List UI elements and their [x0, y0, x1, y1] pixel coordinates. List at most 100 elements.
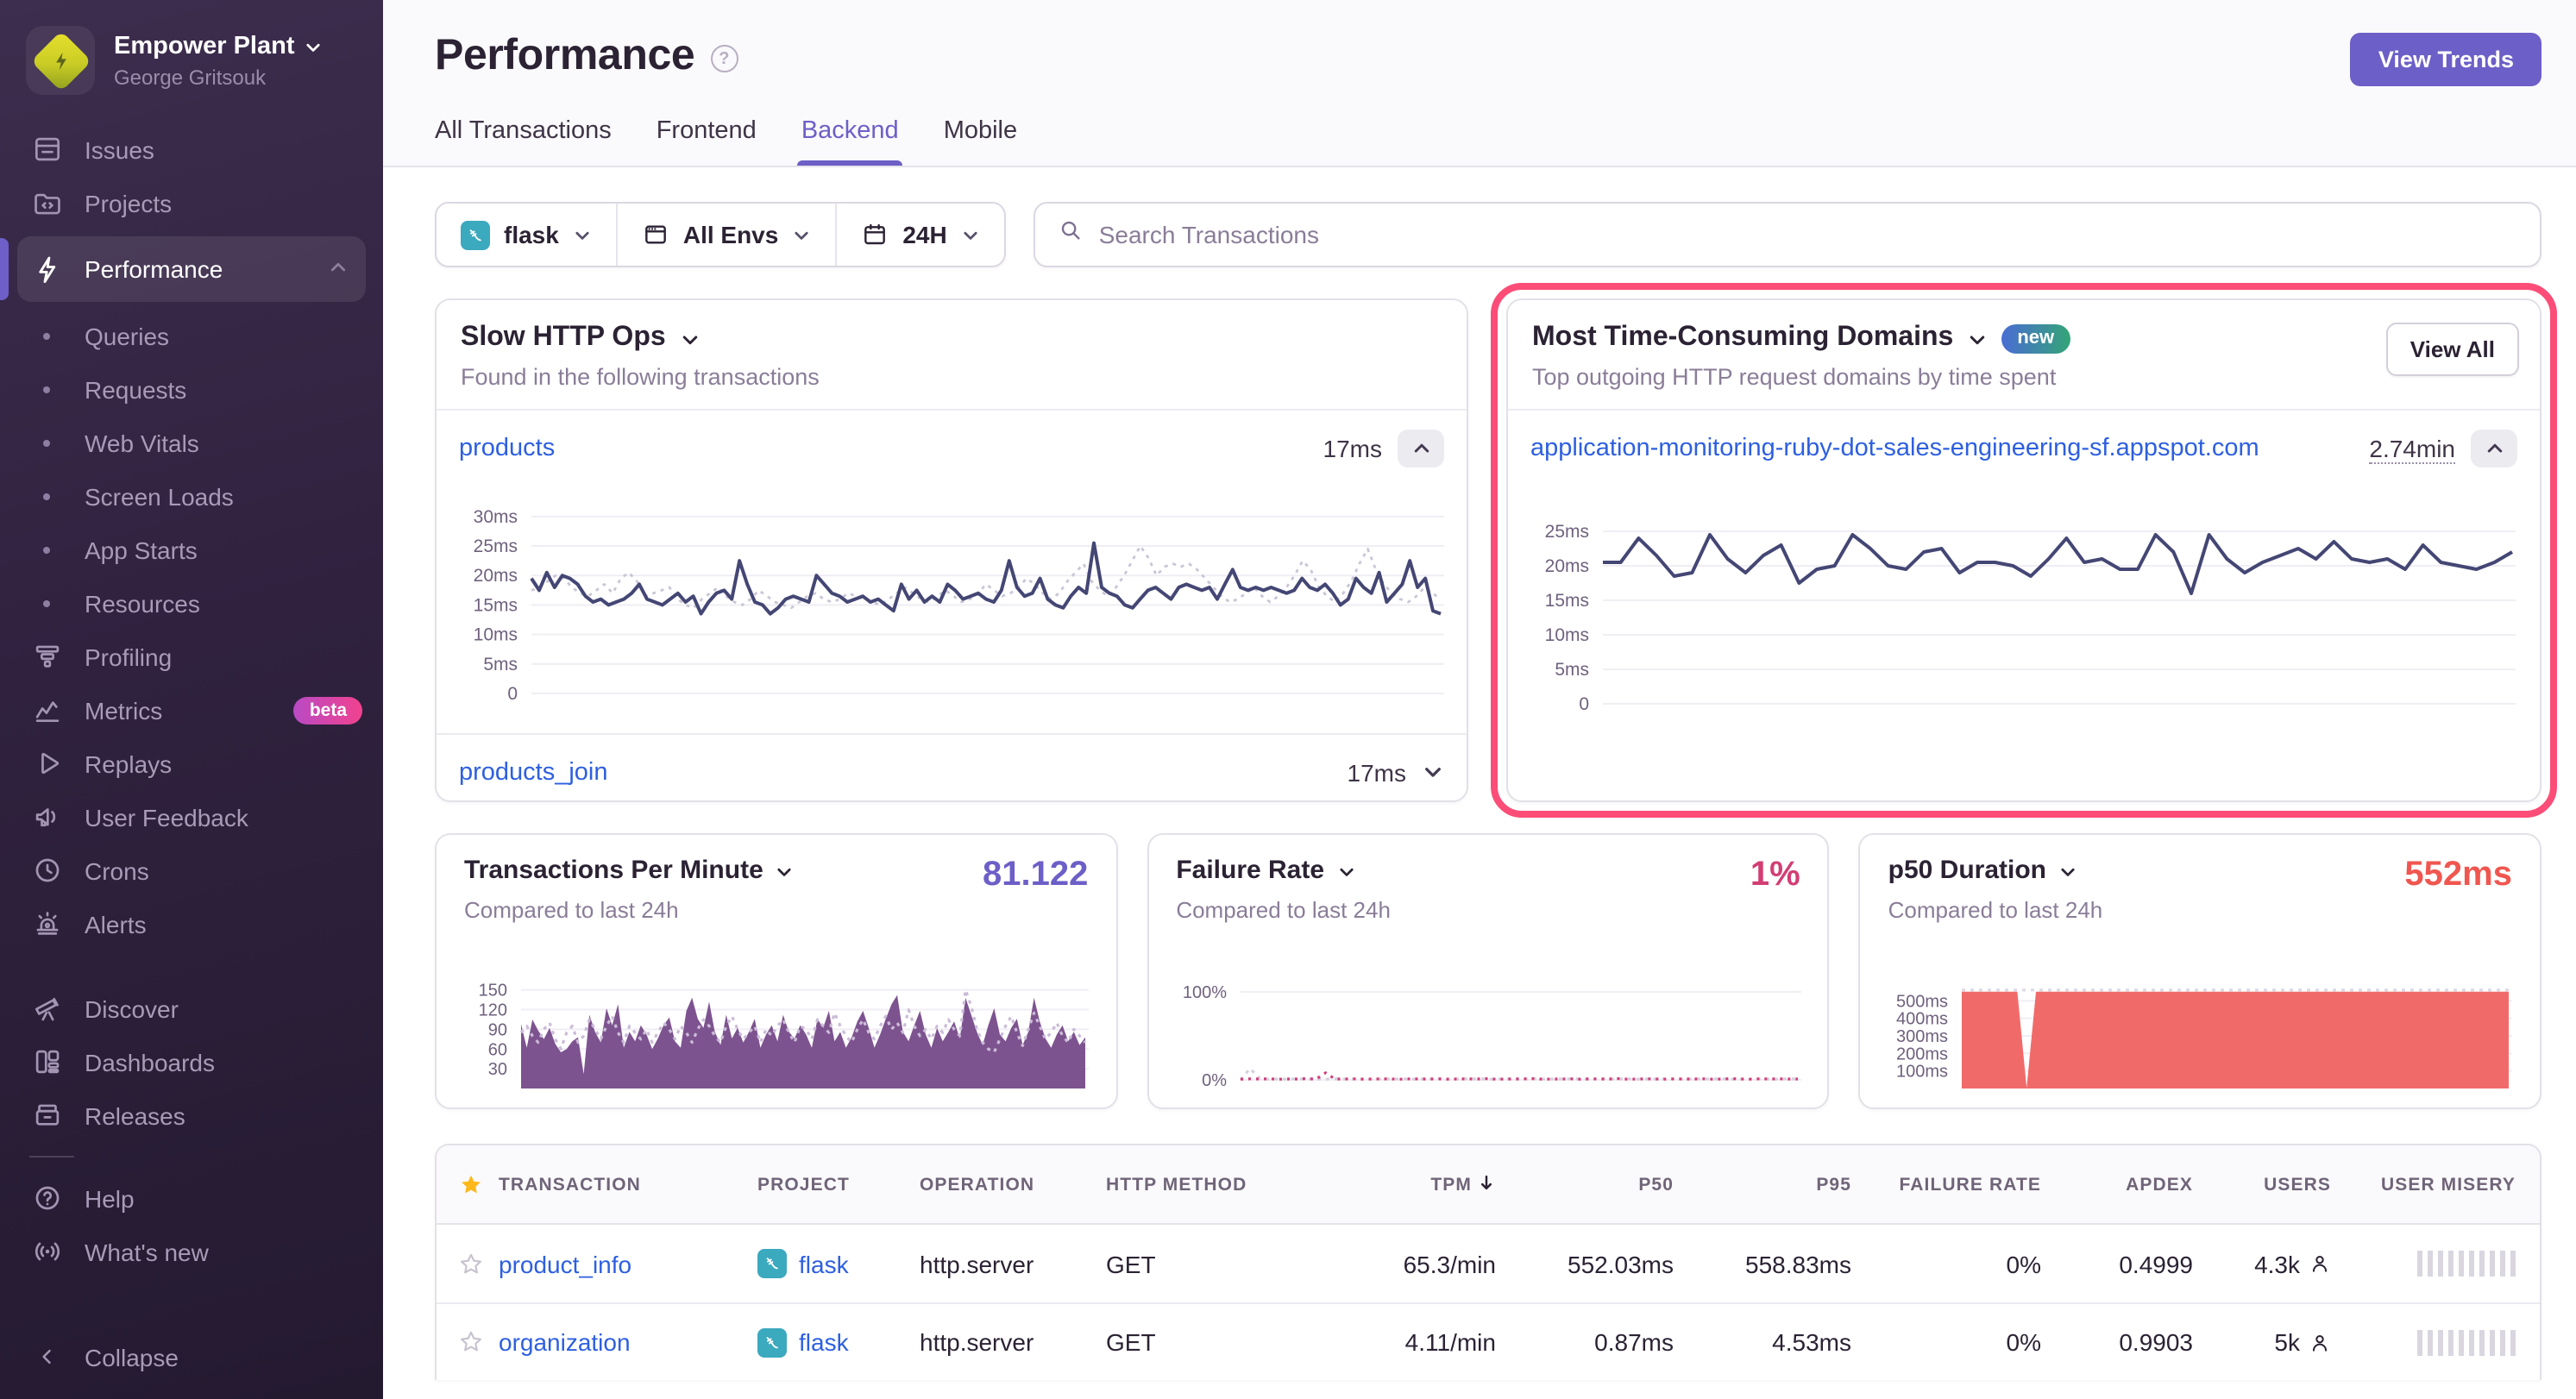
chevron-down-icon[interactable] — [776, 863, 795, 881]
releases-box-icon — [29, 1098, 64, 1132]
sidebar-item-dashboards[interactable]: Dashboards — [0, 1035, 383, 1088]
transactions-table: TRANSACTION PROJECT OPERATION HTTP METHO… — [435, 1144, 2541, 1380]
sidebar-item-metrics[interactable]: Metrics beta — [0, 683, 383, 737]
tpm-chart[interactable]: 150120906030 — [450, 980, 1091, 1094]
slow-http-ops-chart[interactable]: 30ms25ms20ms15ms10ms5ms0 — [447, 493, 1446, 733]
collapse-row-button[interactable] — [2471, 430, 2517, 467]
failure-rate-card: Failure Rate 1% Compared to last 24h 100… — [1147, 833, 1829, 1109]
tab-mobile[interactable]: Mobile — [944, 117, 1017, 166]
chevron-down-icon[interactable] — [2058, 863, 2077, 881]
column-header-p50[interactable]: P50 — [1503, 1174, 1681, 1195]
domain-row: application-monitoring-ruby-dot-sales-en… — [1508, 411, 2540, 486]
sidebar-item-label: Help — [85, 1184, 135, 1212]
view-trends-button[interactable]: View Trends — [2351, 33, 2541, 86]
sidebar-item-whats-new[interactable]: What's new — [0, 1225, 383, 1278]
collapse-row-button[interactable] — [1398, 430, 1444, 467]
svg-text:25ms: 25ms — [474, 536, 518, 556]
p50-duration-chart[interactable]: 500ms400ms300ms200ms100ms — [1875, 980, 2516, 1094]
project-link[interactable]: flask — [799, 1250, 849, 1277]
sidebar-item-requests[interactable]: Requests — [0, 362, 383, 416]
svg-text:100ms: 100ms — [1897, 1063, 1949, 1082]
sidebar-item-alerts[interactable]: Alerts — [0, 897, 383, 950]
sidebar-collapse-button[interactable]: Collapse — [0, 1330, 383, 1383]
column-header-p95[interactable]: P95 — [1681, 1174, 1858, 1195]
domains-chart[interactable]: 25ms20ms15ms10ms5ms0 — [1518, 493, 2519, 738]
sidebar-item-queries[interactable]: Queries — [0, 309, 383, 362]
column-header-tpm[interactable]: TPM — [1313, 1172, 1503, 1196]
transaction-link[interactable]: organization — [499, 1328, 631, 1356]
sidebar-item-projects[interactable]: Projects — [0, 176, 383, 229]
sidebar-item-performance[interactable]: Performance — [17, 236, 366, 302]
sidebar-item-web-vitals[interactable]: Web Vitals — [0, 416, 383, 469]
sidebar-item-issues[interactable]: Issues — [0, 122, 383, 176]
column-header-users[interactable]: USERS — [2200, 1174, 2338, 1195]
org-switcher[interactable]: Empower Plant George Gritsouk — [0, 0, 383, 112]
star-toggle[interactable] — [437, 1250, 499, 1277]
expand-row-chevron-icon[interactable] — [1422, 761, 1444, 783]
sidebar-item-help[interactable]: Help — [0, 1171, 383, 1225]
star-column-header[interactable] — [437, 1170, 499, 1198]
filter-bar: flask All Envs 24H — [435, 202, 2541, 267]
sidebar-item-user-feedback[interactable]: User Feedback — [0, 790, 383, 844]
sidebar-item-app-starts[interactable]: App Starts — [0, 523, 383, 576]
tab-all-transactions[interactable]: All Transactions — [435, 117, 612, 166]
bullet-icon — [29, 532, 64, 567]
sidebar-item-profiling[interactable]: Profiling — [0, 630, 383, 683]
date-range-filter[interactable]: 24H — [835, 204, 1003, 266]
svg-text:20ms: 20ms — [1545, 556, 1589, 576]
transaction-link[interactable]: products — [459, 435, 555, 462]
time-spent-value: 2.74min — [2369, 434, 2455, 463]
column-header-apdex[interactable]: APDEX — [2048, 1174, 2200, 1195]
sidebar-item-releases[interactable]: Releases — [0, 1088, 383, 1142]
domain-link[interactable]: application-monitoring-ruby-dot-sales-en… — [1530, 435, 2259, 462]
svg-text:300ms: 300ms — [1897, 1027, 1949, 1046]
sidebar-item-label: Resources — [85, 589, 200, 617]
tpm-cell: 4.11/min — [1313, 1328, 1503, 1356]
chevron-down-icon[interactable] — [1336, 863, 1355, 881]
search-input[interactable] — [1099, 221, 2517, 248]
highlight-ring: Most Time-Consuming Domains new Top outg… — [1506, 298, 2541, 802]
sidebar-item-label: Profiling — [85, 643, 172, 670]
sidebar-item-replays[interactable]: Replays — [0, 737, 383, 790]
column-header-project[interactable]: PROJECT — [757, 1174, 920, 1195]
column-header-http-method[interactable]: HTTP METHOD — [1106, 1174, 1313, 1195]
transaction-link[interactable]: product_info — [499, 1250, 631, 1277]
svg-text:30: 30 — [488, 1060, 507, 1079]
transaction-link[interactable]: products_join — [459, 758, 608, 786]
sidebar-item-screen-loads[interactable]: Screen Loads — [0, 469, 383, 523]
org-user: George Gritsouk — [114, 65, 323, 89]
user-icon — [2309, 1252, 2331, 1275]
svg-text:60: 60 — [488, 1040, 507, 1059]
star-toggle[interactable] — [437, 1328, 499, 1356]
domains-header: Most Time-Consuming Domains new Top outg… — [1508, 300, 2540, 411]
column-header-operation[interactable]: OPERATION — [920, 1174, 1106, 1195]
chevron-down-icon[interactable] — [680, 329, 701, 350]
project-filter[interactable]: flask — [437, 204, 616, 266]
failure-rate-chart[interactable]: 100%0% — [1162, 980, 1803, 1094]
sidebar-item-label: Collapse — [85, 1343, 179, 1371]
sidebar-item-label: Issues — [85, 135, 154, 163]
svg-text:200ms: 200ms — [1897, 1045, 1949, 1063]
column-header-failure-rate[interactable]: FAILURE RATE — [1858, 1174, 2048, 1195]
svg-text:0%: 0% — [1201, 1071, 1226, 1090]
sidebar-item-discover[interactable]: Discover — [0, 982, 383, 1035]
view-all-button[interactable]: View All — [2386, 323, 2519, 376]
svg-text:5ms: 5ms — [483, 655, 518, 674]
sidebar-item-label: Crons — [85, 856, 149, 884]
chevron-up-icon[interactable] — [328, 255, 349, 283]
tab-backend[interactable]: Backend — [801, 117, 899, 166]
sidebar-item-crons[interactable]: Crons — [0, 844, 383, 897]
chevron-down-icon[interactable] — [1967, 329, 1988, 350]
help-question-icon[interactable]: ? — [710, 45, 738, 72]
svg-text:500ms: 500ms — [1897, 992, 1949, 1011]
tab-frontend[interactable]: Frontend — [657, 117, 757, 166]
table-header-row: TRANSACTION PROJECT OPERATION HTTP METHO… — [437, 1145, 2540, 1225]
sidebar-item-resources[interactable]: Resources — [0, 576, 383, 630]
transaction-cell: product_info — [499, 1250, 757, 1277]
project-link[interactable]: flask — [799, 1328, 849, 1356]
column-header-user-misery[interactable]: USER MISERY — [2338, 1174, 2540, 1195]
org-avatar — [26, 26, 95, 95]
environment-filter[interactable]: All Envs — [616, 204, 836, 266]
widget-title: Failure Rate — [1176, 856, 1324, 885]
column-header-transaction[interactable]: TRANSACTION — [499, 1174, 757, 1195]
